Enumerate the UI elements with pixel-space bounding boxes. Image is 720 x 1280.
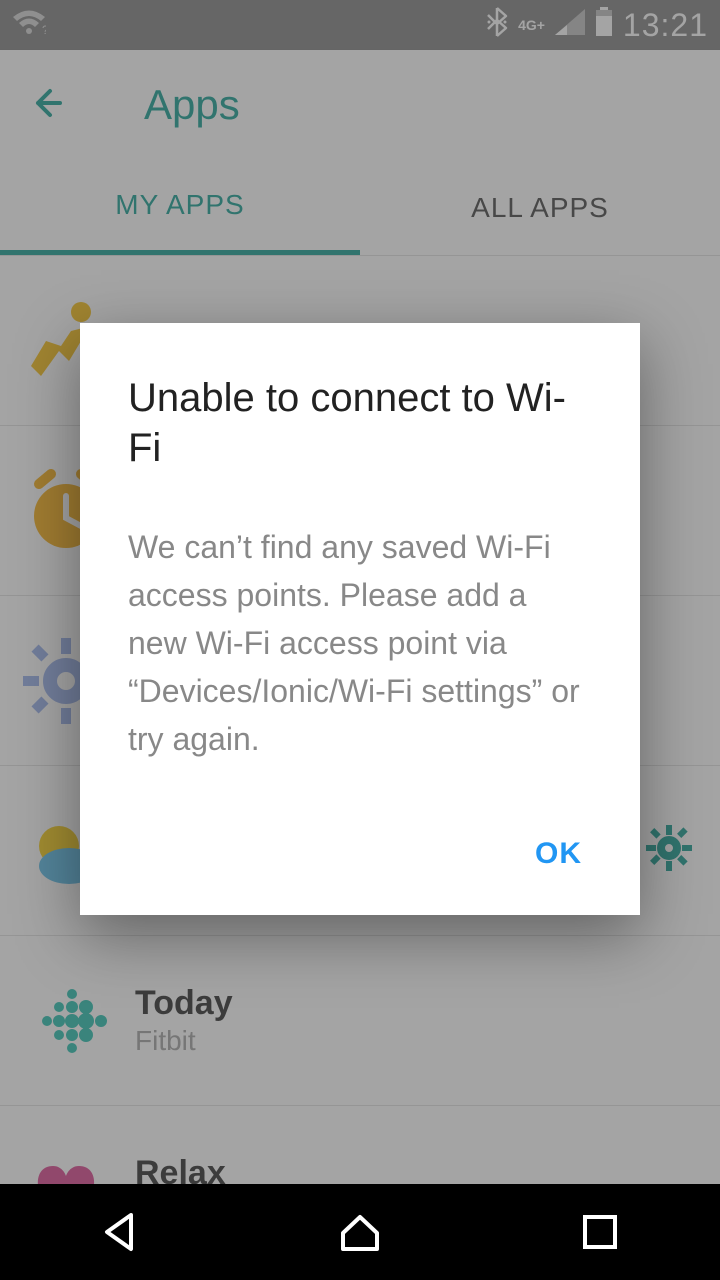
dialog-body: We can’t find any saved Wi-Fi access poi… bbox=[128, 523, 592, 763]
nav-back-icon[interactable] bbox=[90, 1202, 150, 1262]
nav-recent-icon[interactable] bbox=[570, 1202, 630, 1262]
nav-home-icon[interactable] bbox=[330, 1202, 390, 1262]
dialog-ok-button[interactable]: OK bbox=[525, 823, 592, 885]
wifi-error-dialog: Unable to connect to Wi-Fi We can’t find… bbox=[80, 323, 640, 915]
dialog-title: Unable to connect to Wi-Fi bbox=[128, 373, 592, 473]
system-nav-bar bbox=[0, 1184, 720, 1280]
